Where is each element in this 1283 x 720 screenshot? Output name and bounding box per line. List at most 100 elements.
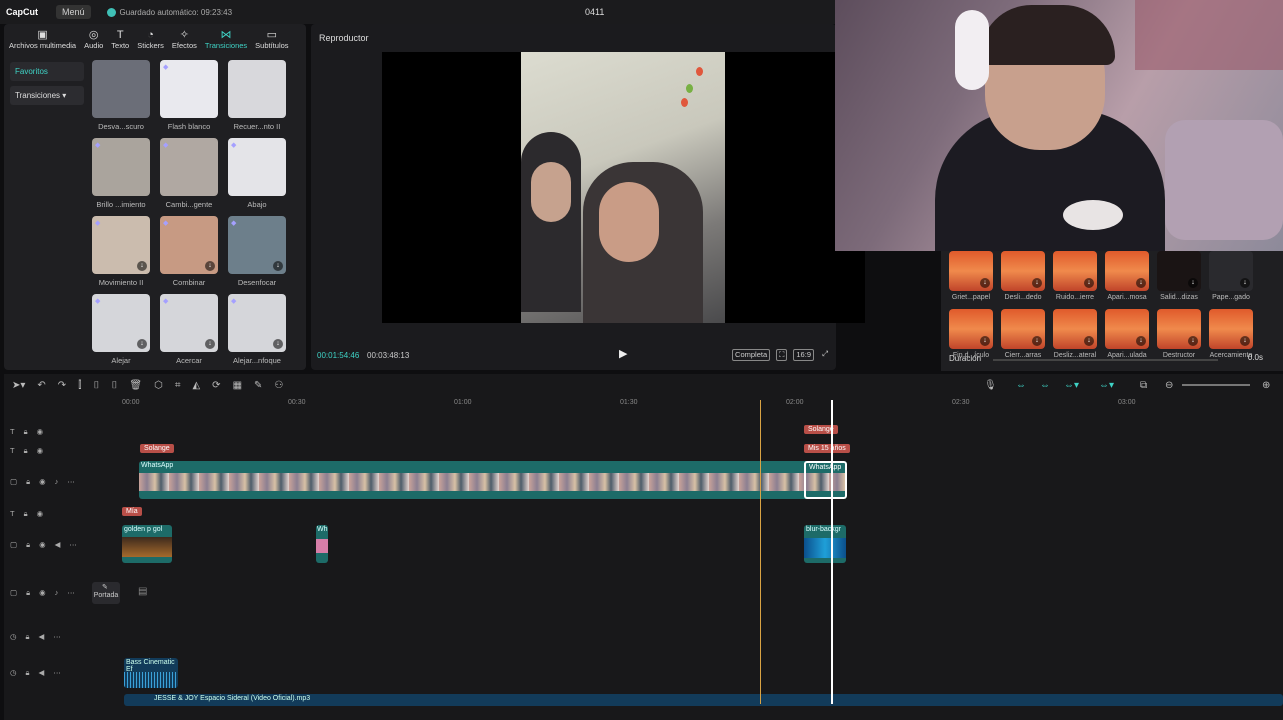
lock-icon[interactable]: 🔒︎ <box>24 427 28 437</box>
more-icon[interactable]: ⋯ <box>67 588 75 598</box>
time-ruler[interactable]: 00:00 00:30 01:00 01:30 02:00 02:30 03:00 <box>122 396 1283 410</box>
transition-item[interactable]: ◆ Cambi...gente <box>160 138 218 216</box>
more-icon[interactable]: ⋯ <box>53 668 61 678</box>
eye-icon[interactable]: ◉ <box>39 588 46 598</box>
category-favorites[interactable]: Favoritos <box>10 62 84 81</box>
freeze-icon[interactable]: ▦ <box>233 380 242 391</box>
tab-transitions[interactable]: ⋈ Transiciones <box>204 29 248 50</box>
split-left-icon[interactable]: ⌷ <box>93 380 99 391</box>
split-right-icon[interactable]: ⌷ <box>111 380 117 391</box>
microphone-icon[interactable]: 🎙 <box>984 380 997 391</box>
tab-audio[interactable]: ◎ Audio <box>83 29 104 50</box>
effect-item[interactable]: ↓ Pape...gado <box>1206 251 1256 309</box>
download-icon[interactable]: ↓ <box>1032 336 1042 346</box>
download-icon[interactable]: ↓ <box>205 339 215 349</box>
tab-text[interactable]: T Texto <box>110 29 130 50</box>
audio-clip-song[interactable]: JESSE & JOY Espacio Sideral (Video Ofici… <box>124 694 1283 706</box>
menu-button[interactable]: Menú <box>56 5 91 19</box>
effect-item[interactable]: ↓ Ruido...ierre <box>1050 251 1100 309</box>
text-clip-solange-end[interactable]: Solange <box>804 425 838 434</box>
transition-item[interactable]: Recuer...nto II <box>228 60 286 138</box>
text-clip-age[interactable]: Mis 15 años <box>804 444 850 453</box>
shield-icon[interactable]: ⬡ <box>154 380 163 391</box>
undo-icon[interactable]: ↶ <box>37 380 45 391</box>
download-icon[interactable]: ↓ <box>273 261 283 271</box>
download-icon[interactable]: ↓ <box>1188 336 1198 346</box>
audio-icon[interactable]: ♪ <box>55 477 59 487</box>
lock-icon[interactable]: 🔒︎ <box>26 540 30 550</box>
select-tool-icon[interactable]: ➤▾ <box>12 380 25 391</box>
video-preview[interactable] <box>382 52 865 323</box>
download-icon[interactable]: ↓ <box>1188 278 1198 288</box>
transition-item[interactable]: ◆ ↓ Alejar...nfoque <box>228 294 286 372</box>
play-button[interactable]: ▶ <box>619 347 627 360</box>
effect-item[interactable]: ↓ Desli...dedo <box>998 251 1048 309</box>
download-icon[interactable]: ↓ <box>1032 278 1042 288</box>
magic-icon[interactable]: ✎ <box>254 380 262 391</box>
playhead[interactable] <box>831 400 833 704</box>
download-icon[interactable]: ↓ <box>1136 278 1146 288</box>
lock-icon[interactable]: 🔒︎ <box>26 588 30 598</box>
effect-item[interactable]: ↓ Griet...papel <box>946 251 996 309</box>
tab-stickers[interactable]: ◔ Stickers <box>136 29 165 50</box>
effect-item[interactable]: ↓ Apari...mosa <box>1102 251 1152 309</box>
redo-icon[interactable]: ↷ <box>58 380 66 391</box>
transition-item[interactable]: ◆ Brillo ...imiento <box>92 138 150 216</box>
speaker-icon[interactable]: ◀︎ <box>39 668 45 678</box>
download-icon[interactable]: ↓ <box>205 261 215 271</box>
eye-icon[interactable]: ◉ <box>37 446 44 456</box>
download-icon[interactable]: ↓ <box>1084 278 1094 288</box>
full-quality-button[interactable]: Completa <box>732 349 771 361</box>
overlay-clip-golden[interactable]: golden p gol <box>122 525 172 563</box>
transition-item[interactable]: ◆ ↓ Movimiento II <box>92 216 150 294</box>
download-icon[interactable]: ↓ <box>1136 336 1146 346</box>
download-icon[interactable]: ↓ <box>980 278 990 288</box>
text-clip-solange[interactable]: Solange <box>140 444 174 453</box>
text-clip-mia[interactable]: Mía <box>122 507 142 516</box>
split-screen-icon[interactable]: ⇔▾ <box>1099 380 1114 391</box>
delete-icon[interactable]: 🗑 <box>129 380 142 391</box>
transition-item[interactable]: ◆ ↓ Desenfocar <box>228 216 286 294</box>
download-icon[interactable]: ↓ <box>273 339 283 349</box>
zoom-in-icon[interactable]: ⊕ <box>1262 380 1270 391</box>
duration-value[interactable]: 0.0s <box>1248 353 1263 362</box>
lock-icon[interactable]: 🔒︎ <box>26 668 30 678</box>
preview-axis-icon[interactable]: ⇔▾ <box>1064 380 1079 391</box>
speaker-icon[interactable]: ◀︎ <box>55 540 61 550</box>
lock-icon[interactable]: 🔒︎ <box>26 477 30 487</box>
tab-effects[interactable]: ✧ Efectos <box>171 29 198 50</box>
snap-icon[interactable]: ⇔ <box>1040 380 1050 391</box>
overlay-clip-wh[interactable]: Wh <box>316 525 328 563</box>
tab-media[interactable]: ▣ Archivos multimedia <box>8 29 77 50</box>
main-video-track[interactable]: WhatsApp WhatsApp <box>139 461 847 499</box>
download-icon[interactable]: ↓ <box>137 339 147 349</box>
lock-icon[interactable]: 🔒︎ <box>24 446 28 456</box>
transition-item[interactable]: ◆ ↓ Combinar <box>160 216 218 294</box>
selected-clip[interactable]: WhatsApp <box>804 461 847 499</box>
person-icon[interactable]: ⚇ <box>274 380 283 391</box>
download-icon[interactable]: ↓ <box>1084 336 1094 346</box>
transition-item[interactable]: ◆ ↓ Alejar <box>92 294 150 372</box>
rotate-icon[interactable]: ⟳ <box>212 380 220 391</box>
more-icon[interactable]: ⋯ <box>69 540 77 550</box>
lock-icon[interactable]: 🔒︎ <box>24 509 28 519</box>
mirror-icon[interactable]: ◭ <box>192 380 200 391</box>
eye-icon[interactable]: ◉ <box>37 509 44 519</box>
ratio-button[interactable]: 16:9 <box>793 349 814 361</box>
eye-icon[interactable]: ◉ <box>39 477 46 487</box>
zoom-slider[interactable] <box>1182 384 1250 386</box>
more-icon[interactable]: ⋯ <box>67 477 75 487</box>
crop-icon[interactable]: ⌗ <box>175 380 181 391</box>
fullscreen-icon[interactable]: ⤢ <box>820 349 830 361</box>
lock-icon[interactable]: 🔒︎ <box>26 632 30 642</box>
download-icon[interactable]: ↓ <box>137 261 147 271</box>
transition-item[interactable]: ◆ Abajo <box>228 138 286 216</box>
audio-icon[interactable]: ♪ <box>55 588 59 598</box>
transition-item[interactable]: ◆ ↓ Acercar <box>160 294 218 372</box>
download-icon[interactable]: ↓ <box>1240 336 1250 346</box>
overlay-clip-blur[interactable]: blur-backgr <box>804 525 846 563</box>
screenshot-icon[interactable]: ⛶ <box>776 349 788 361</box>
category-transitions-dropdown[interactable]: Transiciones ▾ <box>10 86 84 105</box>
speaker-icon[interactable]: ◀︎ <box>39 632 45 642</box>
effect-item[interactable]: ↓ Salid...dizas <box>1154 251 1204 309</box>
